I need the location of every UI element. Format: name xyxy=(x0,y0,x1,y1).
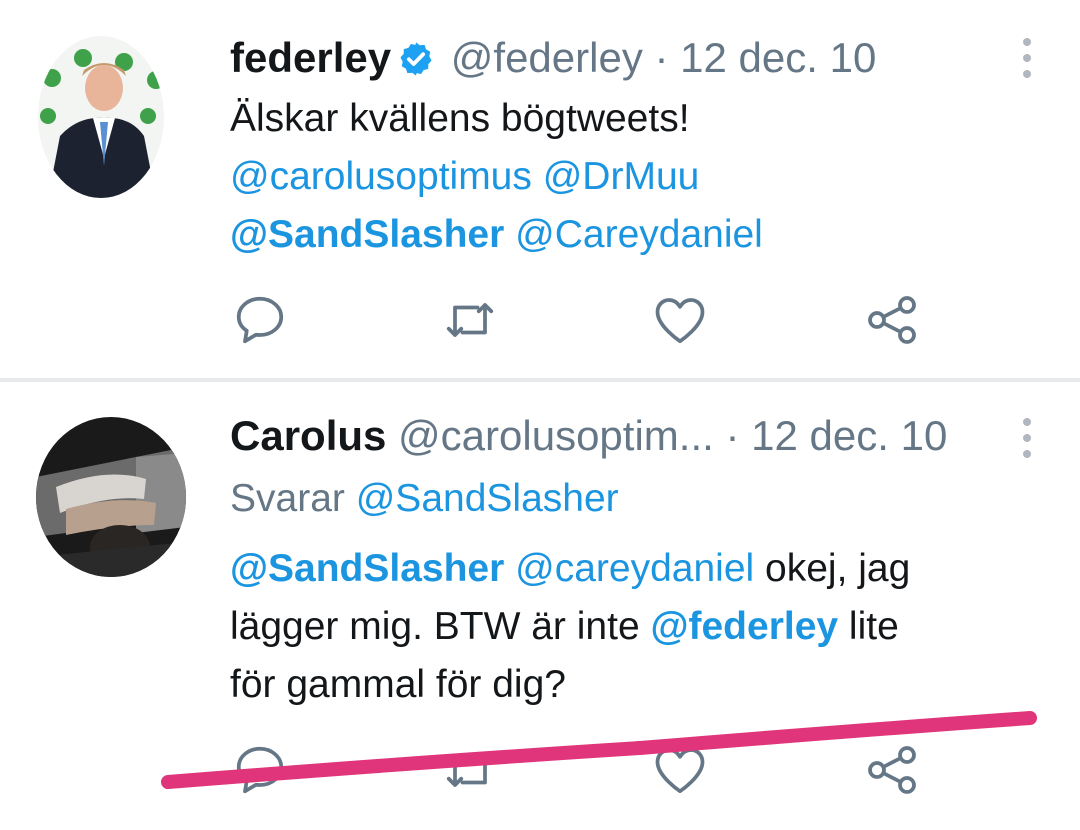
tweet-header: federley @federley · 12 dec. 10 xyxy=(230,34,876,82)
user-handle[interactable]: @federley xyxy=(451,34,643,81)
mention-link[interactable]: @SandSlasher xyxy=(230,213,504,256)
tweet-text-line: för gammal för dig? xyxy=(230,663,566,706)
tweet-text-segment: lägger mig. BTW är inte xyxy=(230,605,651,648)
tweet-carolus[interactable]: Carolus @carolusoptim... · 12 dec. 10 Sv… xyxy=(0,382,1080,830)
share-icon xyxy=(868,296,916,344)
like-icon xyxy=(655,748,705,794)
more-options-icon[interactable] xyxy=(1020,38,1034,82)
avatar[interactable] xyxy=(38,36,164,198)
mention-link[interactable]: @carolusoptimus xyxy=(230,155,532,198)
mention-link[interactable]: @careydaniel xyxy=(515,547,754,590)
reply-button[interactable] xyxy=(230,740,290,800)
share-icon xyxy=(868,746,916,794)
display-name[interactable]: Carolus xyxy=(230,412,386,459)
separator-dot: · xyxy=(654,34,669,81)
separator-dot: · xyxy=(725,412,740,459)
tweet-text-line: @SandSlasher @Careydaniel xyxy=(230,206,763,264)
retweet-button[interactable] xyxy=(440,290,500,350)
reply-icon xyxy=(236,746,284,794)
tweet-text: @SandSlasher @careydaniel okej, jag lägg… xyxy=(230,540,910,714)
tweet-header: Carolus @carolusoptim... · 12 dec. 10 xyxy=(230,412,947,460)
tweet-text-segment: lite xyxy=(838,605,899,648)
share-button[interactable] xyxy=(862,290,922,350)
reply-context: Svarar @SandSlasher xyxy=(230,470,619,528)
reply-to-link[interactable]: @SandSlasher xyxy=(356,477,619,520)
avatar-image xyxy=(36,417,186,577)
tweet-actions xyxy=(230,290,930,350)
like-button[interactable] xyxy=(650,290,710,350)
reply-icon xyxy=(236,296,284,344)
retweet-button[interactable] xyxy=(440,740,500,800)
tweet-text-segment: okej, jag xyxy=(754,547,911,590)
tweet-text-line: @SandSlasher @careydaniel okej, jag xyxy=(230,540,910,598)
mention-link[interactable]: @Careydaniel xyxy=(515,213,763,256)
share-button[interactable] xyxy=(862,740,922,800)
user-handle[interactable]: @carolusoptim... xyxy=(398,412,714,459)
like-icon xyxy=(655,298,705,344)
tweet-text-line: @carolusoptimus @DrMuu xyxy=(230,148,763,206)
reply-button[interactable] xyxy=(230,290,290,350)
avatar[interactable] xyxy=(36,417,186,577)
tweet-text-line: lägger mig. BTW är inte @federley lite xyxy=(230,598,910,656)
like-button[interactable] xyxy=(650,740,710,800)
tweet-date[interactable]: 12 dec. 10 xyxy=(680,34,876,81)
reply-prefix: Svarar xyxy=(230,477,345,520)
mention-link[interactable]: @SandSlasher xyxy=(230,547,504,590)
avatar-image xyxy=(38,36,164,198)
tweet-federley[interactable]: federley @federley · 12 dec. 10 Älskar k… xyxy=(0,0,1080,378)
tweet-text: Älskar kvällens bögtweets! @carolusoptim… xyxy=(230,90,763,264)
tweet-text-line: Älskar kvällens bögtweets! xyxy=(230,97,690,140)
retweet-icon xyxy=(446,303,494,337)
retweet-icon xyxy=(446,753,494,787)
tweet-date[interactable]: 12 dec. 10 xyxy=(751,412,947,459)
more-options-icon[interactable] xyxy=(1020,418,1034,462)
verified-badge-icon xyxy=(400,42,432,76)
display-name[interactable]: federley xyxy=(230,34,391,81)
tweet-actions xyxy=(230,740,930,800)
mention-link[interactable]: @DrMuu xyxy=(543,155,700,198)
mention-link[interactable]: @federley xyxy=(650,605,838,648)
